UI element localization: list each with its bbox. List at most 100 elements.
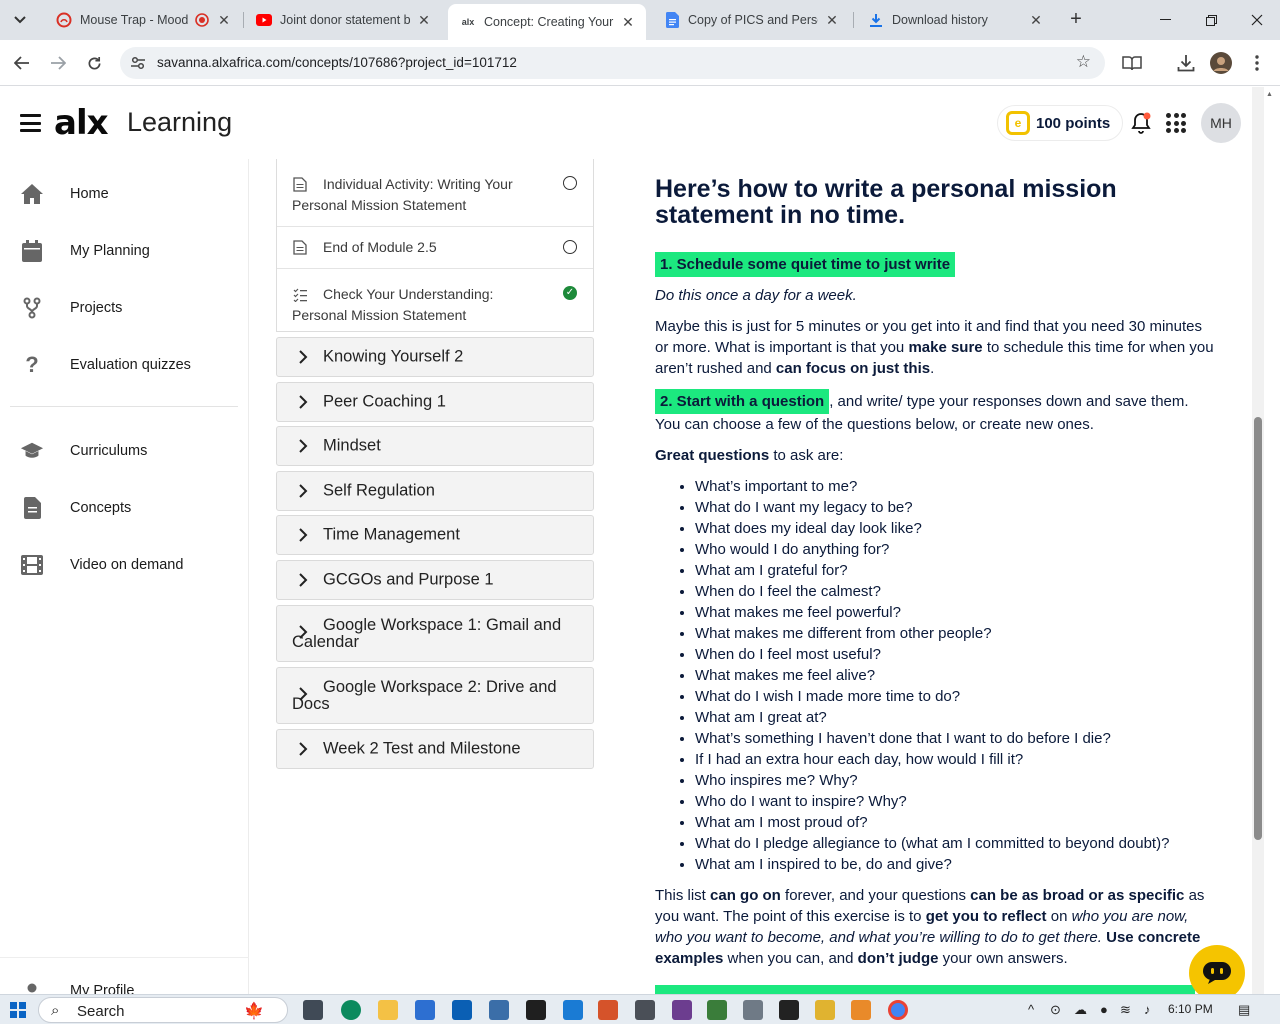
restore-button[interactable] xyxy=(1188,0,1234,40)
notification-center-icon[interactable]: ▤ xyxy=(1238,1002,1250,1018)
list-item[interactable]: End of Module 2.5 xyxy=(277,227,593,269)
module-accordion-knowing-yourself-2[interactable]: Knowing Yourself 2 xyxy=(276,337,594,377)
cloud-icon[interactable]: ☁ xyxy=(1074,1002,1087,1018)
module-expanded-list: Individual Activity: Writing Your Person… xyxy=(276,159,594,332)
minimize-icon xyxy=(1159,19,1171,20)
outlook-icon[interactable] xyxy=(452,1000,472,1020)
tab-mouse-trap[interactable]: Mouse Trap - Moody ✕ xyxy=(44,4,242,36)
clock-time[interactable]: 6:10 PM xyxy=(1168,1002,1213,1016)
close-tab-icon[interactable]: ✕ xyxy=(824,12,840,28)
volume-icon[interactable]: ♪ xyxy=(1144,1002,1151,1017)
module-accordion-time-management[interactable]: Time Management xyxy=(276,515,594,555)
vscode-icon[interactable] xyxy=(563,1000,583,1020)
list-item: What do I wish I made more time to do? xyxy=(695,686,1215,707)
back-button[interactable] xyxy=(10,51,34,75)
sidebar-item-projects[interactable]: Projects xyxy=(0,288,249,328)
bookmark-star-icon[interactable]: ☆ xyxy=(1076,52,1091,72)
sidebar: Home My Planning Projects ? Evaluation q… xyxy=(0,159,249,999)
microphone-icon[interactable]: ● xyxy=(1100,1002,1108,1017)
app-icon[interactable] xyxy=(743,1000,763,1020)
list-item: When do I feel most useful? xyxy=(695,644,1215,665)
edge-icon[interactable] xyxy=(341,1000,361,1020)
app-icon[interactable] xyxy=(779,1000,799,1020)
sidebar-item-concepts[interactable]: Concepts xyxy=(0,488,249,528)
close-tab-icon[interactable]: ✕ xyxy=(216,12,232,28)
notification-bell-icon[interactable] xyxy=(1129,111,1153,135)
photos-icon[interactable] xyxy=(489,1000,509,1020)
module-accordion-self-regulation[interactable]: Self Regulation xyxy=(276,471,594,511)
list-item: Who would I do anything for? xyxy=(695,539,1215,560)
tab-download-history[interactable]: Download history ✕ xyxy=(856,4,1054,36)
sidebar-item-video-on-demand[interactable]: Video on demand xyxy=(0,545,249,585)
module-accordion-google-workspace-2[interactable]: Google Workspace 2: Drive and Docs xyxy=(276,667,594,724)
settings-icon[interactable] xyxy=(635,1000,655,1020)
sidebar-item-home[interactable]: Home xyxy=(0,174,249,214)
php-icon[interactable] xyxy=(672,1000,692,1020)
tray-chevron-up-icon[interactable]: ^ xyxy=(1028,1002,1034,1017)
task-view-icon[interactable] xyxy=(303,1000,323,1020)
git-icon[interactable] xyxy=(598,1000,618,1020)
forward-button[interactable] xyxy=(46,51,70,75)
module-accordion-google-workspace-1[interactable]: Google Workspace 1: Gmail and Calendar xyxy=(276,605,594,662)
close-tab-icon[interactable]: ✕ xyxy=(620,14,636,30)
tray-app-icon[interactable]: ⊙ xyxy=(1050,1002,1061,1018)
scrollbar-thumb[interactable] xyxy=(1254,417,1262,840)
status-circle-icon xyxy=(563,240,577,254)
new-tab-button[interactable]: + xyxy=(1064,8,1088,32)
windows-start-icon[interactable] xyxy=(10,1002,26,1018)
profile-avatar-icon[interactable] xyxy=(1209,51,1233,75)
tab-search-button[interactable] xyxy=(8,8,32,32)
user-avatar[interactable]: MH xyxy=(1201,103,1241,143)
module-accordion-week-2-test[interactable]: Week 2 Test and Milestone xyxy=(276,729,594,769)
browser-menu-icon[interactable] xyxy=(1245,51,1269,75)
film-icon xyxy=(20,553,44,577)
hamburger-menu-icon[interactable] xyxy=(20,114,41,132)
address-bar[interactable]: savanna.alxafrica.com/concepts/107686?pr… xyxy=(120,47,1105,79)
app-icon[interactable] xyxy=(707,1000,727,1020)
url-text[interactable]: savanna.alxafrica.com/concepts/107686?pr… xyxy=(157,55,517,70)
step-1-highlight: 1. Schedule some quiet time to just writ… xyxy=(655,252,956,277)
module-title: Time Management xyxy=(323,525,460,544)
tab-concept-active[interactable]: alx Concept: Creating Your P ✕ xyxy=(448,4,646,40)
paragraph-1: Maybe this is just for 5 minutes or you … xyxy=(655,318,1214,377)
sidebar-item-label: Evaluation quizzes xyxy=(70,357,191,373)
list-item[interactable]: Check Your Understanding: Personal Missi… xyxy=(277,269,593,331)
chatbot-button[interactable] xyxy=(1189,945,1245,1001)
app-icon[interactable] xyxy=(815,1000,835,1020)
tab-copy-of-pics[interactable]: Copy of PICS and Person ✕ xyxy=(652,4,850,36)
list-item-label: End of Module 2.5 xyxy=(323,239,437,255)
sidebar-item-evaluation-quizzes[interactable]: ? Evaluation quizzes xyxy=(0,345,249,385)
close-icon xyxy=(1251,14,1263,26)
points-badge[interactable]: e 100 points xyxy=(997,105,1124,141)
wifi-icon[interactable]: ≋ xyxy=(1120,1002,1131,1018)
list-item: What am I grateful for? xyxy=(695,560,1215,581)
sidebar-item-my-planning[interactable]: My Planning xyxy=(0,231,249,271)
list-item[interactable]: Individual Activity: Writing Your Person… xyxy=(277,159,593,227)
module-accordion-gcgos-and-purpose-1[interactable]: GCGOs and Purpose 1 xyxy=(276,560,594,600)
reload-button[interactable] xyxy=(82,51,106,75)
downloads-icon[interactable] xyxy=(1174,51,1198,75)
tab-title: Concept: Creating Your P xyxy=(484,15,614,29)
alx-logo[interactable]: alx xyxy=(54,103,109,143)
terminal-icon[interactable] xyxy=(526,1000,546,1020)
mortarboard-icon xyxy=(20,439,44,463)
file-explorer-icon[interactable] xyxy=(378,1000,398,1020)
taskbar-search-box[interactable]: ⌕ Search 🍁 xyxy=(38,997,288,1023)
cloud-app-icon[interactable] xyxy=(851,1000,871,1020)
apps-grid-icon[interactable] xyxy=(1166,113,1186,133)
module-accordion-mindset[interactable]: Mindset xyxy=(276,426,594,466)
minimize-button[interactable] xyxy=(1142,0,1188,40)
close-window-button[interactable] xyxy=(1234,0,1280,40)
sidebar-item-curriculums[interactable]: Curriculums xyxy=(0,431,249,471)
scroll-up-arrow-icon[interactable]: ▲ xyxy=(1266,91,1273,98)
close-tab-icon[interactable]: ✕ xyxy=(1028,12,1044,28)
module-title: Google Workspace 1: Gmail and Calendar xyxy=(292,615,562,651)
close-tab-icon[interactable]: ✕ xyxy=(416,12,432,28)
google-docs-icon xyxy=(664,12,680,28)
tab-joint-donor[interactable]: Joint donor statement by ✕ xyxy=(244,4,442,36)
module-accordion-peer-coaching-1[interactable]: Peer Coaching 1 xyxy=(276,382,594,422)
reading-mode-icon[interactable] xyxy=(1120,51,1144,75)
store-icon[interactable] xyxy=(415,1000,435,1020)
chrome-icon[interactable] xyxy=(888,1000,908,1020)
site-settings-icon[interactable] xyxy=(130,55,146,71)
